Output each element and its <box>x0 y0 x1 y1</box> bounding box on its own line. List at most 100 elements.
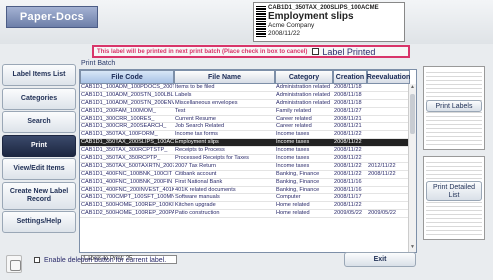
label-date: 2008/11/22 <box>268 30 301 37</box>
table-cell: 2008/11/18 <box>334 99 362 106</box>
table-cell: Family related <box>276 107 312 114</box>
table-row[interactable]: CAB1D1_400FNC_100BNK_100CIT Citibank acco… <box>80 171 416 179</box>
sidebar-item-search[interactable]: Search <box>2 111 76 133</box>
table-cell: Administration related <box>276 91 331 98</box>
table-cell <box>367 100 410 107</box>
table-cell <box>367 155 410 162</box>
table-cell <box>367 123 410 130</box>
table-cell: 401K related documents <box>175 186 236 193</box>
table-cell: CAB1D1_350TAX_350RCPTP_ <box>81 155 161 162</box>
table-cell: 2009/05/22 <box>334 210 362 217</box>
table-cell: CAB1D1_300CRR_100RES_ <box>81 115 155 122</box>
table-row[interactable]: CAB1D1_400FNC_200INVEST_401K 401K related… <box>80 187 416 195</box>
table-cell: 2008/11/16 <box>334 178 362 185</box>
table-cell <box>367 194 410 201</box>
table-cell: Patio construction <box>175 210 220 217</box>
table-cell: CAB1D1_400FNC_200INVEST_401K <box>81 186 174 193</box>
table-cell: Career related <box>276 115 312 122</box>
table-cell: Income taxes <box>276 162 310 169</box>
print-labels-preview[interactable]: Print Labels <box>423 66 485 150</box>
print-batch-title: Print Batch <box>81 60 116 67</box>
table-cell: CAB1D1_350TAX_300RCPTSTP_ <box>81 147 168 154</box>
table-cell <box>367 139 410 146</box>
sidebar-item-label-items-list[interactable]: Label Items List <box>2 64 76 86</box>
table-cell: CAB1D1_100ADM_200STN_200ENV <box>81 99 174 106</box>
table-scrollbar[interactable]: ▲ ▼ <box>408 84 416 252</box>
sidebar-item-print[interactable]: Print <box>2 134 76 157</box>
print-labels-button[interactable]: Print Labels <box>426 100 482 112</box>
column-header-creation[interactable]: Creation <box>333 70 367 84</box>
table-row[interactable]: CAB1D1_350TAX_100FORM_ Income tax forms In… <box>80 131 416 140</box>
table-cell: Administration related <box>276 84 331 90</box>
current-label-preview: CAB1D1_350TAX_200SLIPS_100ACME Employmen… <box>253 2 405 42</box>
table-cell: Current Resume <box>175 115 217 122</box>
table-cell: Labels <box>175 91 192 98</box>
enable-deletion-label: Enable deletion button for current label… <box>44 257 167 264</box>
column-header-file-code[interactable]: File Code <box>80 70 174 84</box>
table-body: CAB1D1_100ADM_100PDOCS_200TO Items to be … <box>80 84 416 219</box>
table-cell: CAB1D1_100ADM_200STN_100LBL <box>81 91 174 98</box>
table-row[interactable]: CAB1D1_350TAX_200SLIPS_100ACM Employment … <box>80 139 416 148</box>
enable-deletion-checkbox[interactable] <box>34 257 40 263</box>
table-cell: Computer <box>276 194 301 201</box>
table-cell <box>367 84 410 91</box>
print-detailed-list-button[interactable]: Print Detailed List <box>426 181 482 201</box>
table-row[interactable]: CAB1D1_100ADM_200STN_200ENV Miscellaneous… <box>80 100 416 108</box>
scroll-up-icon[interactable]: ▲ <box>409 84 416 92</box>
table-header: File Code File Name Category Creation Re… <box>80 70 416 84</box>
table-row[interactable]: CAB1D1_300CRR_100RES_ Current Resume Caree… <box>80 116 416 124</box>
table-cell: 2008/11/22 <box>334 139 362 146</box>
column-header-file-name[interactable]: File Name <box>174 70 275 84</box>
column-header-category[interactable]: Category <box>275 70 333 84</box>
table-row[interactable]: CAB1D1_700CMPT_100SFT_100MNL Software man… <box>80 194 416 203</box>
table-cell: Software manuals <box>175 194 220 201</box>
table-cell: Income taxes <box>276 147 310 154</box>
table-cell: 2007 Tax Return <box>175 162 216 169</box>
label-printed-checkbox[interactable] <box>312 48 320 55</box>
table-cell: 2008/11/22 <box>368 170 396 177</box>
table-cell: Processed Receipts for Taxes <box>175 155 249 162</box>
table-cell: 2008/11/22 <box>334 147 362 154</box>
exit-button[interactable]: Exit <box>344 252 416 267</box>
table-row[interactable]: CAB1D1_500HOME_100REP_100KITC Kitchen upg… <box>80 202 416 211</box>
table-cell: 2012/11/22 <box>368 162 396 169</box>
label-company: Acme Company <box>268 22 315 29</box>
sidebar-item-create-new-label[interactable]: Create New Label Record <box>2 181 76 210</box>
table-cell: 2008/11/22 <box>334 131 362 138</box>
table-cell: 2008/11/22 <box>334 162 362 169</box>
table-cell: Home related <box>276 202 310 209</box>
sidebar-item-settings-help[interactable]: Settings/Help <box>2 211 76 233</box>
label-ribbon-icon <box>256 6 266 38</box>
app-header: Paper-Docs CAB1D1_350TAX_200SLIPS_100ACM… <box>0 0 493 44</box>
table-row[interactable]: CAB1D1_100ADM_200STN_100LBL Labels Adminis… <box>80 92 416 100</box>
table-row[interactable]: CAB1D1_350TAX_350RCPTP_ Processed Receipt… <box>80 155 416 163</box>
table-row[interactable]: CAB1D1_200FAM_100MOM_ Test Family related 2… <box>80 108 416 116</box>
print-notice-bar: This label will be printed in next print… <box>92 45 410 58</box>
table-cell: CAB1D1_500HOME_100REP_100KITC <box>81 202 174 209</box>
table-cell: 2008/11/21 <box>334 115 362 122</box>
table-cell: Income tax forms <box>175 131 218 138</box>
scroll-down-icon[interactable]: ▼ <box>409 244 416 252</box>
table-cell <box>367 179 410 186</box>
label-edit-icon[interactable] <box>6 255 22 273</box>
table-cell: Employment slips <box>175 139 219 146</box>
table-cell <box>367 202 410 209</box>
table-row[interactable]: CAB1D2_500HOME_100REP_200PATI Patio const… <box>80 210 416 219</box>
sidebar-item-view-edit-items[interactable]: View/Edit Items <box>2 158 76 180</box>
label-title: Employment slips <box>268 11 354 22</box>
table-cell: Administration related <box>276 99 331 106</box>
table-cell <box>367 92 410 99</box>
column-header-reevaluation[interactable]: Reevaluation <box>367 70 410 84</box>
scroll-thumb[interactable] <box>410 94 415 134</box>
print-detailed-list-preview[interactable]: Print Detailed List <box>423 156 485 240</box>
table-row[interactable]: CAB1D1_350TAX_300RCPTSTP_ Receipts to Pro… <box>80 147 416 156</box>
table-row[interactable]: CAB1D1_350TAX_500TAXRTN_2007T 2007 Tax Re… <box>80 163 416 171</box>
sidebar-item-categories[interactable]: Categories <box>2 87 76 110</box>
table-cell: 2008/11/17 <box>334 194 362 201</box>
table-cell: Career related <box>276 123 312 130</box>
table-cell <box>367 131 410 138</box>
table-row[interactable]: CAB1D1_100ADM_100PDOCS_200TO Items to be … <box>80 84 416 92</box>
table-row[interactable]: CAB1D1_400FNC_100BNK_200FIN First Nationa… <box>80 179 416 187</box>
table-cell: CAB1D1_350TAX_500TAXRTN_2007T <box>81 162 174 169</box>
table-row[interactable]: CAB1D1_300CRR_200SEARCH_ Job Search Relat… <box>80 123 416 132</box>
